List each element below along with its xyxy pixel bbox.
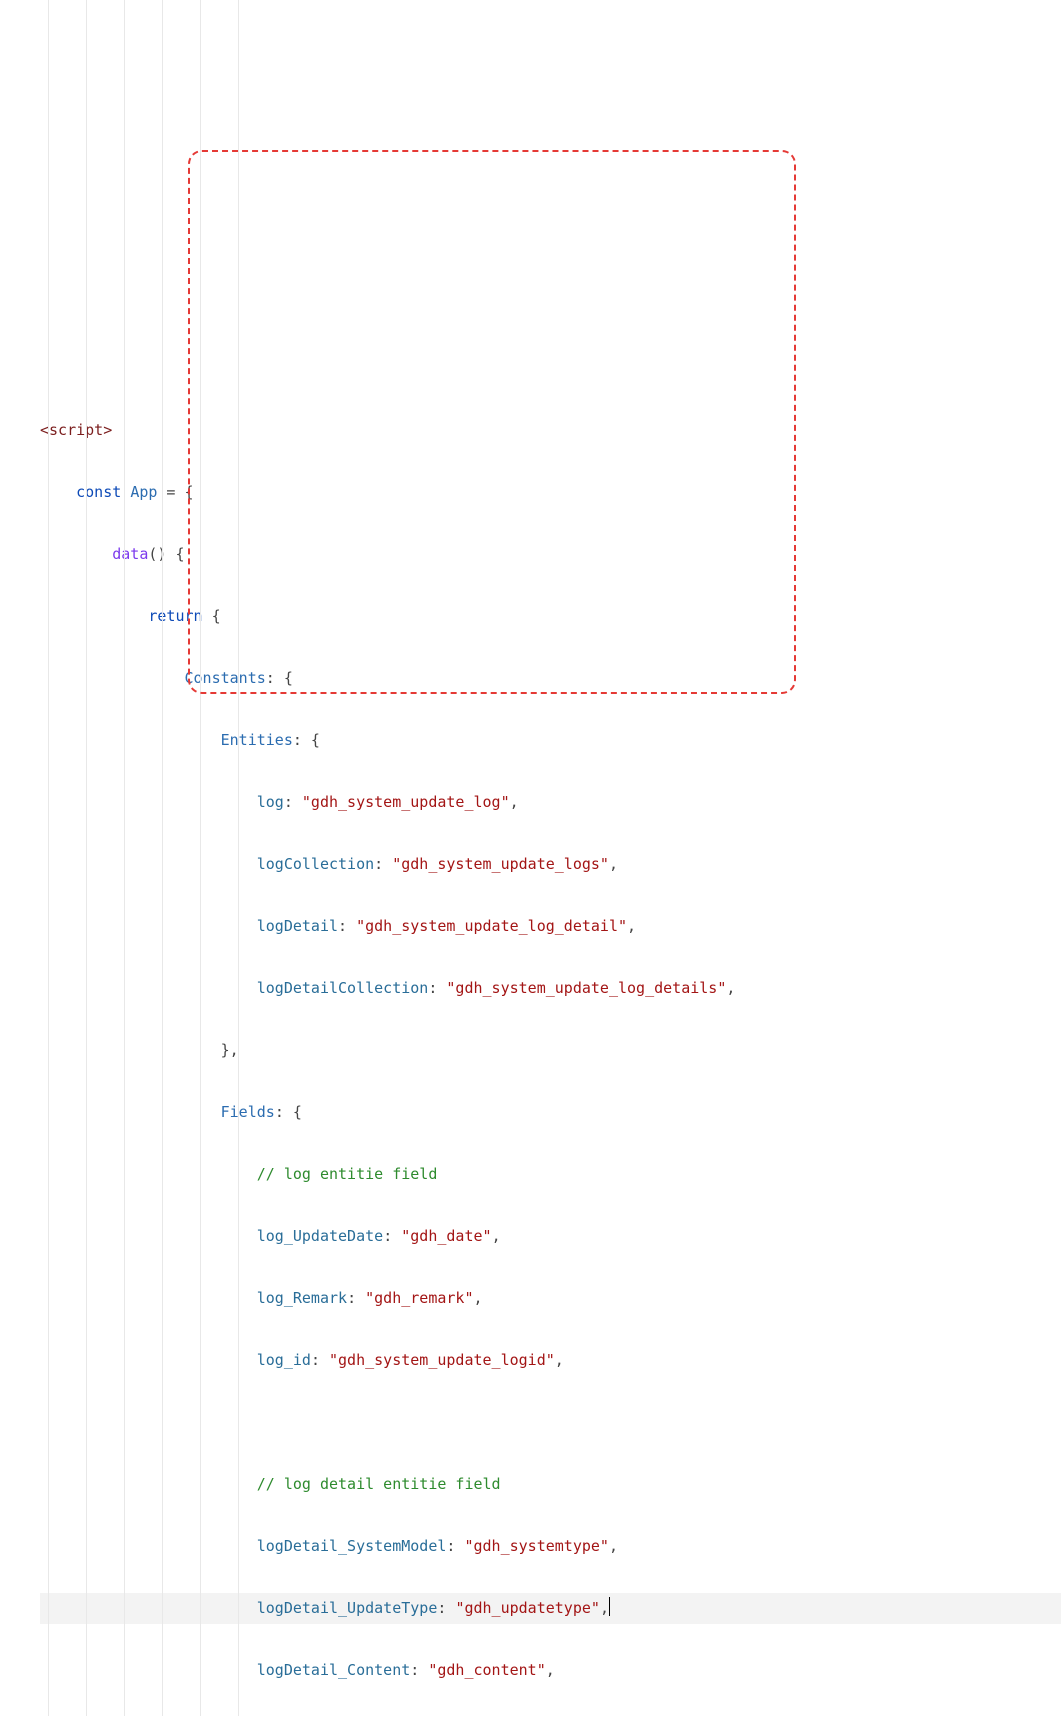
code-line-current: logDetail_UpdateType: "gdh_updatetype", bbox=[40, 1593, 1061, 1624]
code-line: log_Remark: "gdh_remark", bbox=[40, 1283, 1061, 1314]
code-line: logCollection: "gdh_system_update_logs", bbox=[40, 849, 1061, 880]
code-line: log: "gdh_system_update_log", bbox=[40, 787, 1061, 818]
code-line: Entities: { bbox=[40, 725, 1061, 756]
code-line bbox=[40, 1407, 1061, 1438]
code-line: data() { bbox=[40, 539, 1061, 570]
code-line: }, bbox=[40, 1035, 1061, 1066]
code-line: return { bbox=[40, 601, 1061, 632]
code-editor[interactable]: <script> const App = { data() { return {… bbox=[0, 0, 1061, 1716]
code-line: logDetail_Content: "gdh_content", bbox=[40, 1655, 1061, 1686]
code-line: <script> bbox=[40, 415, 1061, 446]
code-line: logDetail: "gdh_system_update_log_detail… bbox=[40, 911, 1061, 942]
code-line: logDetailCollection: "gdh_system_update_… bbox=[40, 973, 1061, 1004]
text-cursor bbox=[609, 1597, 610, 1616]
code-line: // log entitie field bbox=[40, 1159, 1061, 1190]
code-line: log_id: "gdh_system_update_logid", bbox=[40, 1345, 1061, 1376]
code-line: // log detail entitie field bbox=[40, 1469, 1061, 1500]
code-line: Constants: { bbox=[40, 663, 1061, 694]
code-line: log_UpdateDate: "gdh_date", bbox=[40, 1221, 1061, 1252]
code-line: const App = { bbox=[40, 477, 1061, 508]
code-line: Fields: { bbox=[40, 1097, 1061, 1128]
code-line: logDetail_SystemModel: "gdh_systemtype", bbox=[40, 1531, 1061, 1562]
